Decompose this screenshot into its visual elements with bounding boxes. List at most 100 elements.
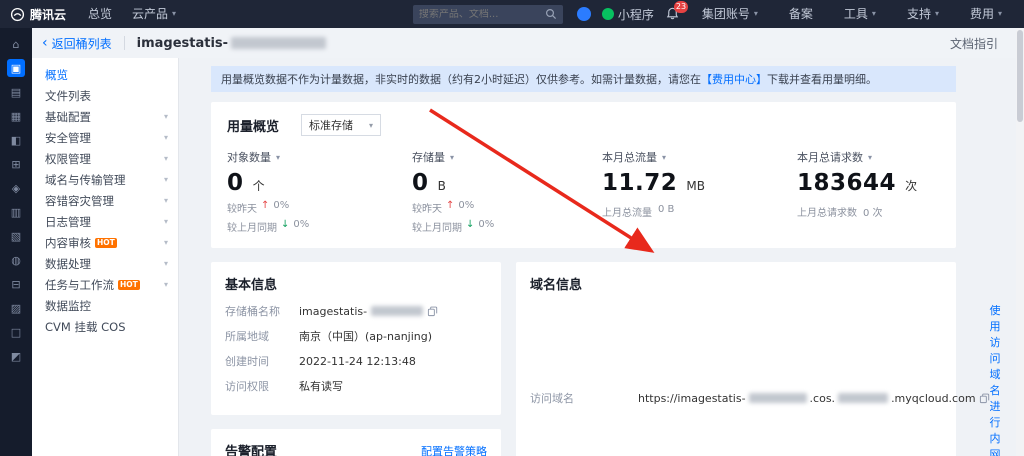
nav-cloud-products[interactable]: 云产品 ▾ bbox=[122, 0, 186, 28]
sidebar-item-data-processing[interactable]: 数据处理 ▾ bbox=[32, 253, 178, 274]
chevron-down-icon: ▾ bbox=[163, 259, 168, 268]
cloud-logo-icon bbox=[10, 7, 25, 22]
chevron-down-icon: ▾ bbox=[163, 175, 168, 184]
chevron-down-icon: ▾ bbox=[163, 238, 168, 247]
alarm-config-card: 告警配置 配置告警策略 当前报警 0 已配置告警策略 0 bbox=[211, 429, 501, 456]
sidebar-item-tasks-workflow[interactable]: 任务与工作流 HOT ▾ bbox=[32, 274, 178, 295]
down-arrow-icon: ↓ bbox=[466, 219, 475, 230]
usage-title: 用量概览 bbox=[227, 119, 280, 135]
metric-value: 0 bbox=[227, 170, 244, 196]
metric-selector[interactable]: 对象数量 ▾ bbox=[227, 149, 412, 165]
content-area: 用量概览数据不作为计量数据，非实时的数据（约有2小时延迟）仅供参考。如需计量数据… bbox=[179, 58, 1024, 456]
sidebar-item-security[interactable]: 安全管理 ▾ bbox=[32, 127, 178, 148]
rail-icon-10[interactable]: ⊟ bbox=[7, 275, 25, 293]
rail-icon-8[interactable]: ▧ bbox=[7, 227, 25, 245]
menu-tools[interactable]: 工具 ▾ bbox=[834, 0, 886, 28]
redacted-bucket-suffix bbox=[371, 306, 424, 316]
basic-info-title: 基本信息 bbox=[225, 278, 278, 293]
sidebar-item-basic-config[interactable]: 基础配置 ▾ bbox=[32, 106, 178, 127]
rail-icon-4[interactable]: ◧ bbox=[7, 131, 25, 149]
domain-info-title: 域名信息 bbox=[530, 278, 583, 293]
scrollbar-thumb[interactable] bbox=[1017, 30, 1023, 122]
mini-program-entry[interactable]: 小程序 bbox=[601, 6, 654, 23]
intranet-access-link[interactable]: 使用访问域名进行内网访问 bbox=[990, 302, 1001, 456]
metric-value: 183644 bbox=[797, 170, 897, 196]
rail-home-icon[interactable]: ⌂ bbox=[7, 35, 25, 53]
chevron-down-icon: ▾ bbox=[163, 112, 168, 121]
avatar[interactable] bbox=[576, 7, 591, 21]
search-icon[interactable] bbox=[545, 8, 557, 20]
rail-icon-5[interactable]: ⊞ bbox=[7, 155, 25, 173]
chevron-down-icon: ▾ bbox=[868, 152, 873, 162]
menu-support[interactable]: 支持 ▾ bbox=[897, 0, 949, 28]
redacted-region-part bbox=[838, 393, 889, 403]
access-permission-row: 访问权限 私有读写 bbox=[225, 380, 343, 393]
tencent-cloud-logo[interactable]: 腾讯云 bbox=[0, 6, 78, 23]
redacted-domain-part bbox=[748, 393, 807, 403]
rail-icon-12[interactable]: □ bbox=[7, 323, 25, 341]
sidebar-item-file-list[interactable]: 文件列表 bbox=[32, 85, 178, 106]
rail-icon-11[interactable]: ▨ bbox=[7, 299, 25, 317]
copy-icon[interactable] bbox=[979, 393, 990, 404]
storage-class-select[interactable]: 标准存储 ▾ bbox=[301, 114, 382, 136]
bucket-header: ‹ 返回桶列表 imagestatis- 文档指引 bbox=[32, 28, 1024, 58]
menu-beian[interactable]: 备案 bbox=[779, 0, 823, 28]
metric-selector[interactable]: 本月总流量 ▾ bbox=[602, 149, 797, 165]
sidebar-item-fault-tolerance[interactable]: 容错容灾管理 ▾ bbox=[32, 190, 178, 211]
sidebar-item-data-monitoring[interactable]: 数据监控 bbox=[32, 295, 178, 316]
configure-alarm-policy-link[interactable]: 配置告警策略 bbox=[421, 443, 487, 456]
chevron-down-icon: ▾ bbox=[163, 217, 168, 226]
chevron-down-icon: ▾ bbox=[997, 9, 1002, 18]
chevron-down-icon: ▾ bbox=[369, 120, 374, 130]
metric-monthly-traffic: 本月总流量 ▾ 11.72 MB 上月总流量 0 B bbox=[602, 149, 797, 234]
vertical-scrollbar[interactable] bbox=[1016, 28, 1024, 456]
back-to-bucket-list-link[interactable]: ‹ 返回桶列表 bbox=[42, 35, 112, 52]
down-arrow-icon: ↓ bbox=[281, 219, 290, 230]
rail-icon-13[interactable]: ◩ bbox=[7, 347, 25, 365]
bucket-name-row: 存储桶名称 imagestatis- bbox=[225, 303, 487, 319]
product-rail: ⌂ ▣ ▤ ▦ ◧ ⊞ ◈ ▥ ▧ ◍ ⊟ ▨ □ ◩ bbox=[0, 28, 32, 456]
global-search[interactable] bbox=[412, 4, 563, 24]
sidebar-item-permissions[interactable]: 权限管理 ▾ bbox=[32, 148, 178, 169]
menu-group-account[interactable]: 集团账号 ▾ bbox=[692, 0, 768, 28]
nav-overview[interactable]: 总览 bbox=[78, 0, 122, 28]
sidebar-item-content-audit[interactable]: 内容审核 HOT ▾ bbox=[32, 232, 178, 253]
brand-label: 腾讯云 bbox=[30, 7, 67, 22]
menu-billing[interactable]: 费用 ▾ bbox=[960, 0, 1012, 28]
doc-guide-link[interactable]: 文档指引 bbox=[950, 35, 998, 52]
metric-selector[interactable]: 存储量 ▾ bbox=[412, 149, 602, 165]
console-page: 腾讯云 总览 云产品 ▾ 小程序 23 bbox=[0, 0, 1024, 456]
billing-center-link[interactable]: 【费用中心】 bbox=[701, 73, 767, 86]
metric-value: 0 bbox=[412, 170, 429, 196]
usage-notice-banner: 用量概览数据不作为计量数据，非实时的数据（约有2小时延迟）仅供参考。如需计量数据… bbox=[211, 66, 956, 92]
copy-icon[interactable] bbox=[427, 306, 438, 317]
metric-object-count: 对象数量 ▾ 0 个 较昨天 ↑ 0% 较上月同期 ↓ 0% bbox=[227, 149, 412, 234]
search-input[interactable] bbox=[418, 8, 540, 20]
rail-icon-9[interactable]: ◍ bbox=[7, 251, 25, 269]
creation-time-row: 创建时间 2022-11-24 12:13:48 bbox=[225, 354, 416, 369]
sidebar-item-cvm-mount[interactable]: CVM 挂载 COS bbox=[32, 316, 178, 337]
chevron-down-icon: ▾ bbox=[276, 152, 281, 162]
metric-selector[interactable]: 本月总请求数 ▾ bbox=[797, 149, 940, 165]
back-arrow-icon: ‹ bbox=[42, 35, 48, 51]
domain-info-card: 域名信息 访问域名 https://imagestatis- .cos. .my… bbox=[516, 262, 1001, 456]
top-navbar: 腾讯云 总览 云产品 ▾ 小程序 23 bbox=[0, 0, 1024, 28]
rail-icon-3[interactable]: ▦ bbox=[7, 107, 25, 125]
sidebar-item-overview[interactable]: 概览 bbox=[32, 64, 178, 85]
region-row: 所属地域 南京（中国）(ap-nanjing) bbox=[225, 330, 433, 343]
notification-bell[interactable]: 23 bbox=[665, 1, 689, 22]
page-title: imagestatis- bbox=[137, 36, 327, 51]
chevron-down-icon: ▾ bbox=[163, 154, 168, 163]
rail-icon-2[interactable]: ▤ bbox=[7, 83, 25, 101]
sidebar-item-domain-transfer[interactable]: 域名与传输管理 ▾ bbox=[32, 169, 178, 190]
access-domain-row: 访问域名 https://imagestatis- .cos. .myqclou… bbox=[530, 302, 1001, 456]
rail-cos-active-icon[interactable]: ▣ bbox=[7, 59, 25, 77]
header-divider bbox=[123, 36, 125, 50]
basic-info-card: 基本信息 存储桶名称 imagestatis- 所属地域 南京（中国）(ap-n… bbox=[211, 262, 501, 415]
rail-icon-7[interactable]: ▥ bbox=[7, 203, 25, 221]
metric-value: 11.72 bbox=[602, 170, 678, 196]
chevron-down-icon: ▾ bbox=[450, 152, 455, 162]
chevron-down-icon: ▾ bbox=[163, 280, 168, 289]
sidebar-item-logging[interactable]: 日志管理 ▾ bbox=[32, 211, 178, 232]
rail-icon-6[interactable]: ◈ bbox=[7, 179, 25, 197]
